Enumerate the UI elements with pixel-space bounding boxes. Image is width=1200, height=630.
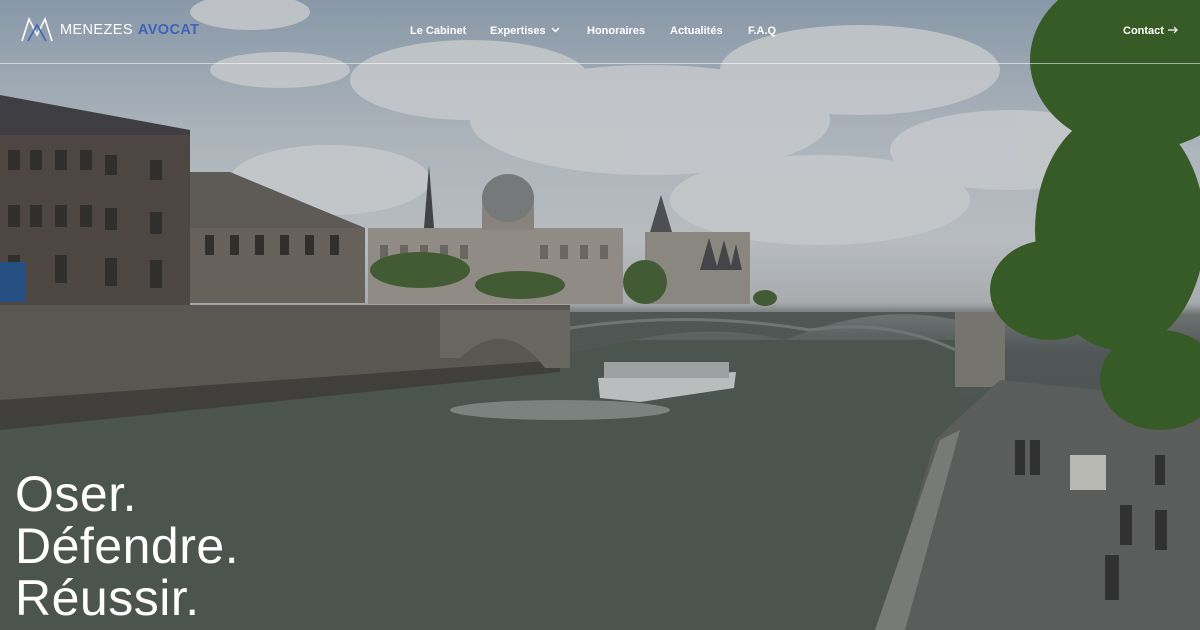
nav-item-label: F.A.Q	[748, 25, 777, 37]
headline-line-1: Oser.	[15, 466, 137, 522]
logo-subtitle: AVOCAT	[137, 22, 200, 38]
nav-item-honoraires[interactable]: Honoraires	[587, 23, 645, 39]
headline-line-3: Réussir.	[15, 570, 200, 626]
nav-item-expertises[interactable]: Expertises	[490, 23, 560, 39]
contact-label: Contact	[1123, 25, 1164, 37]
nav-item-faq[interactable]: F.A.Q	[748, 23, 776, 39]
nav-item-label: Expertises	[490, 25, 546, 37]
nav-item-le-cabinet[interactable]: Le Cabinet	[410, 23, 466, 39]
nav-item-actualites[interactable]: Actualités	[670, 23, 723, 39]
hero-section: MENEZES AVOCAT Le Cabinet Expertises Hon…	[0, 0, 1200, 630]
nav-item-label: Actualités	[670, 25, 723, 37]
chevron-down-icon	[551, 27, 560, 33]
logo-name: MENEZES	[60, 22, 133, 38]
hero-headline: Oser. Défendre. Réussir.	[15, 468, 239, 624]
contact-button[interactable]: Contact	[1123, 23, 1179, 39]
headline-line-2: Défendre.	[15, 518, 240, 574]
site-logo[interactable]: MENEZES AVOCAT	[20, 17, 199, 43]
nav-item-label: Honoraires	[587, 25, 646, 37]
monogram-logo-icon	[21, 17, 53, 42]
site-header: MENEZES AVOCAT Le Cabinet Expertises Hon…	[0, 0, 1200, 64]
nav-item-label: Le Cabinet	[410, 25, 467, 37]
arrow-right-icon	[1168, 26, 1178, 34]
